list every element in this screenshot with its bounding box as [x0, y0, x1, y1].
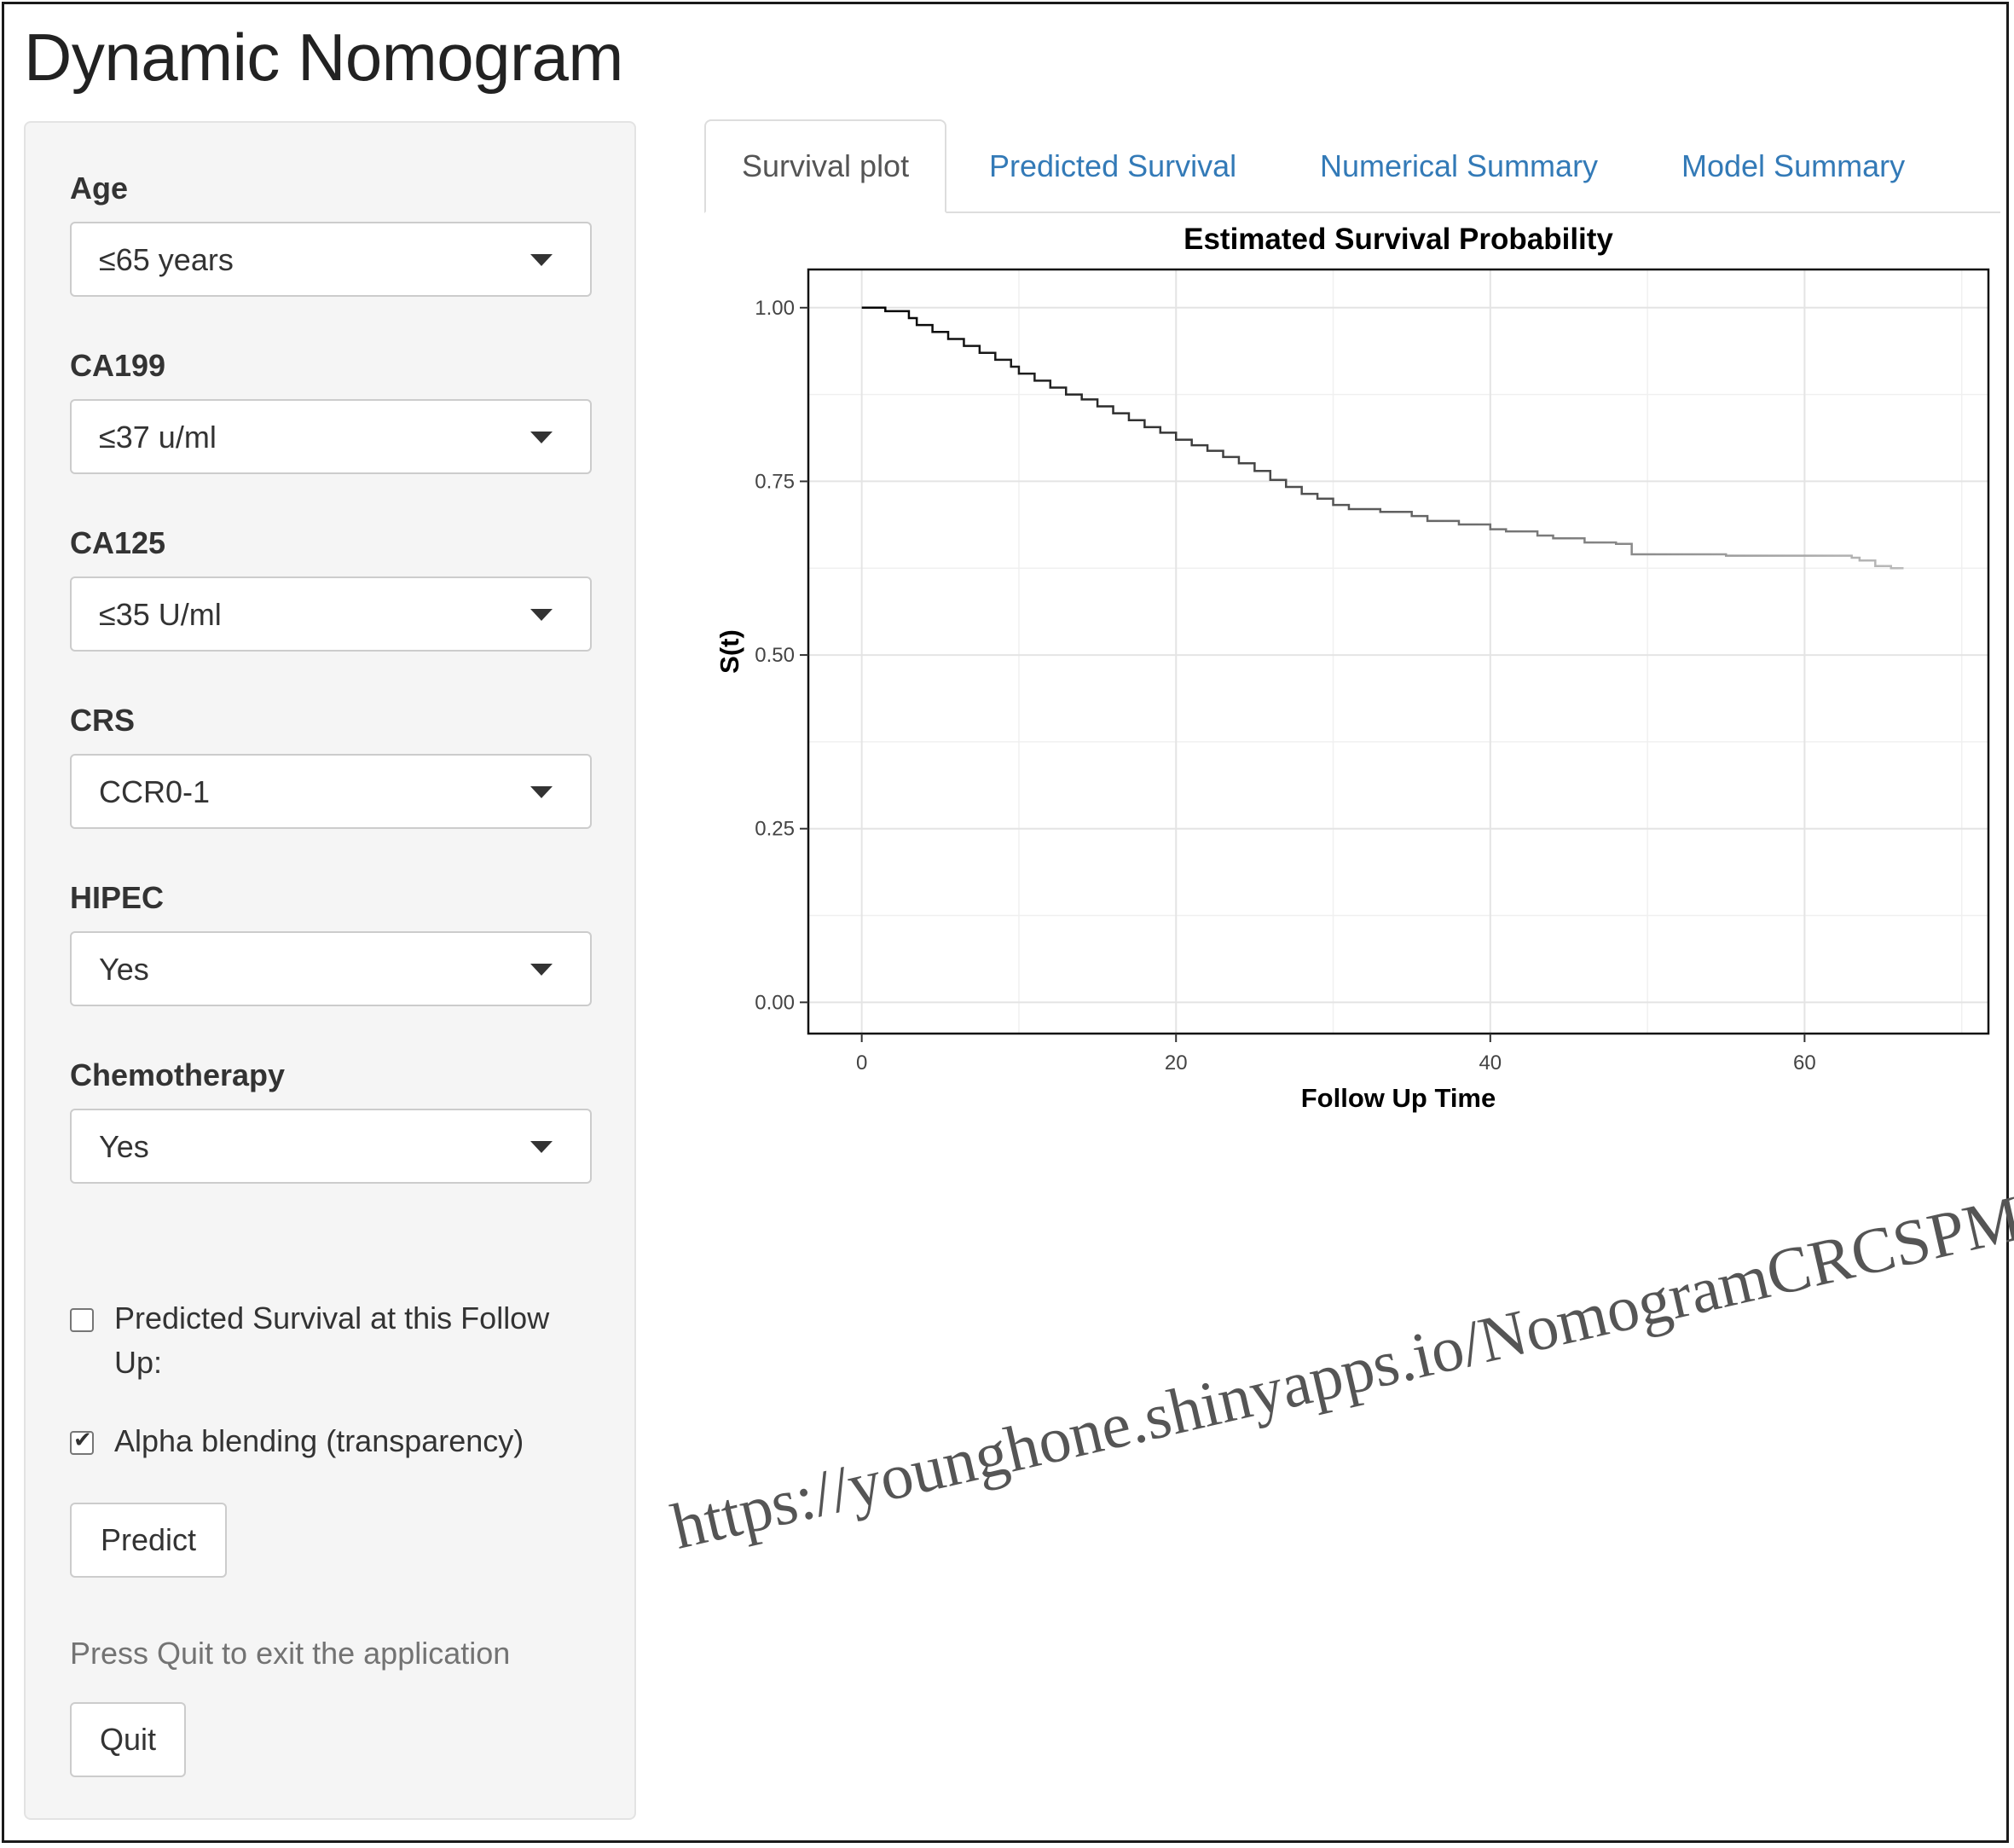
survival-plot: 0 20 40 60 0.00 0.25 0.50 0.75 1.00 Estimated Sur… [715, 223, 1990, 1113]
hipec-label: HIPEC [70, 880, 165, 915]
x-axis-title: Follow Up Time [1301, 1083, 1496, 1113]
ca199-label: CA199 [70, 348, 166, 383]
y-tick-label: 0.25 [755, 818, 795, 841]
y-tick-label: 0.50 [755, 644, 795, 667]
y-tick-label: 1.00 [755, 297, 795, 320]
crs-select[interactable]: CCR0-1 [70, 754, 592, 829]
input-sidebar: Age ≤65 years CA199 ≤37 u/ml CA125 ≤35 U… [24, 121, 636, 1820]
ca125-label: CA125 [70, 525, 166, 560]
age-label: Age [70, 171, 129, 206]
hipec-select-value: Yes [99, 952, 149, 987]
x-tick-label: 0 [856, 1051, 867, 1075]
chemotherapy-select[interactable]: Yes [70, 1109, 592, 1184]
chevron-down-icon [530, 432, 553, 443]
plot-panel [808, 269, 1988, 1034]
tab-model-summary[interactable]: Model Summary [1681, 148, 1905, 184]
tab-predicted-survival[interactable]: Predicted Survival [989, 148, 1236, 184]
chemotherapy-select-value: Yes [99, 1129, 149, 1164]
hipec-select[interactable]: Yes [70, 931, 592, 1006]
alpha-blending-checkbox-label[interactable]: Alpha blending (transparency) [114, 1419, 524, 1463]
chart-title: Estimated Survival Probability [1184, 223, 1613, 256]
predicted-survival-label-line2: Up: [114, 1345, 163, 1380]
ca125-select-value: ≤35 U/ml [99, 597, 222, 632]
predicted-survival-checkbox[interactable] [70, 1308, 94, 1332]
age-select[interactable]: ≤65 years [70, 222, 592, 297]
y-tick-label: 0.00 [755, 991, 795, 1014]
chevron-down-icon [530, 1141, 553, 1153]
x-tick-label: 40 [1479, 1051, 1502, 1075]
ca199-select-value: ≤37 u/ml [99, 420, 217, 455]
tab-survival-plot[interactable]: Survival plot [704, 119, 947, 213]
ca199-select[interactable]: ≤37 u/ml [70, 399, 592, 474]
chemotherapy-label: Chemotherapy [70, 1057, 286, 1092]
tab-numerical-summary[interactable]: Numerical Summary [1320, 148, 1598, 184]
chevron-down-icon [530, 609, 553, 621]
chevron-down-icon [530, 964, 553, 976]
quit-button[interactable]: Quit [70, 1702, 186, 1777]
x-tick-label: 20 [1165, 1051, 1188, 1075]
chevron-down-icon [530, 786, 553, 798]
crs-label: CRS [70, 703, 136, 738]
age-select-value: ≤65 years [99, 242, 234, 277]
predicted-survival-checkbox-label[interactable]: Predicted Survival at this Follow Up: [114, 1296, 549, 1385]
quit-hint: Press Quit to exit the application [70, 1636, 511, 1671]
predicted-survival-label-line1: Predicted Survival at this Follow [114, 1301, 550, 1335]
alpha-blending-checkbox[interactable] [70, 1427, 94, 1455]
predict-button[interactable]: Predict [70, 1503, 227, 1578]
x-tick-label: 60 [1793, 1051, 1816, 1075]
chevron-down-icon [530, 254, 553, 266]
page-title: Dynamic Nomogram [24, 20, 623, 95]
crs-select-value: CCR0-1 [99, 774, 211, 809]
plot-gridlines [808, 269, 1988, 1034]
ca125-select[interactable]: ≤35 U/ml [70, 576, 592, 652]
y-axis-title: S(t) [715, 629, 744, 674]
y-tick-label: 0.75 [755, 470, 795, 493]
